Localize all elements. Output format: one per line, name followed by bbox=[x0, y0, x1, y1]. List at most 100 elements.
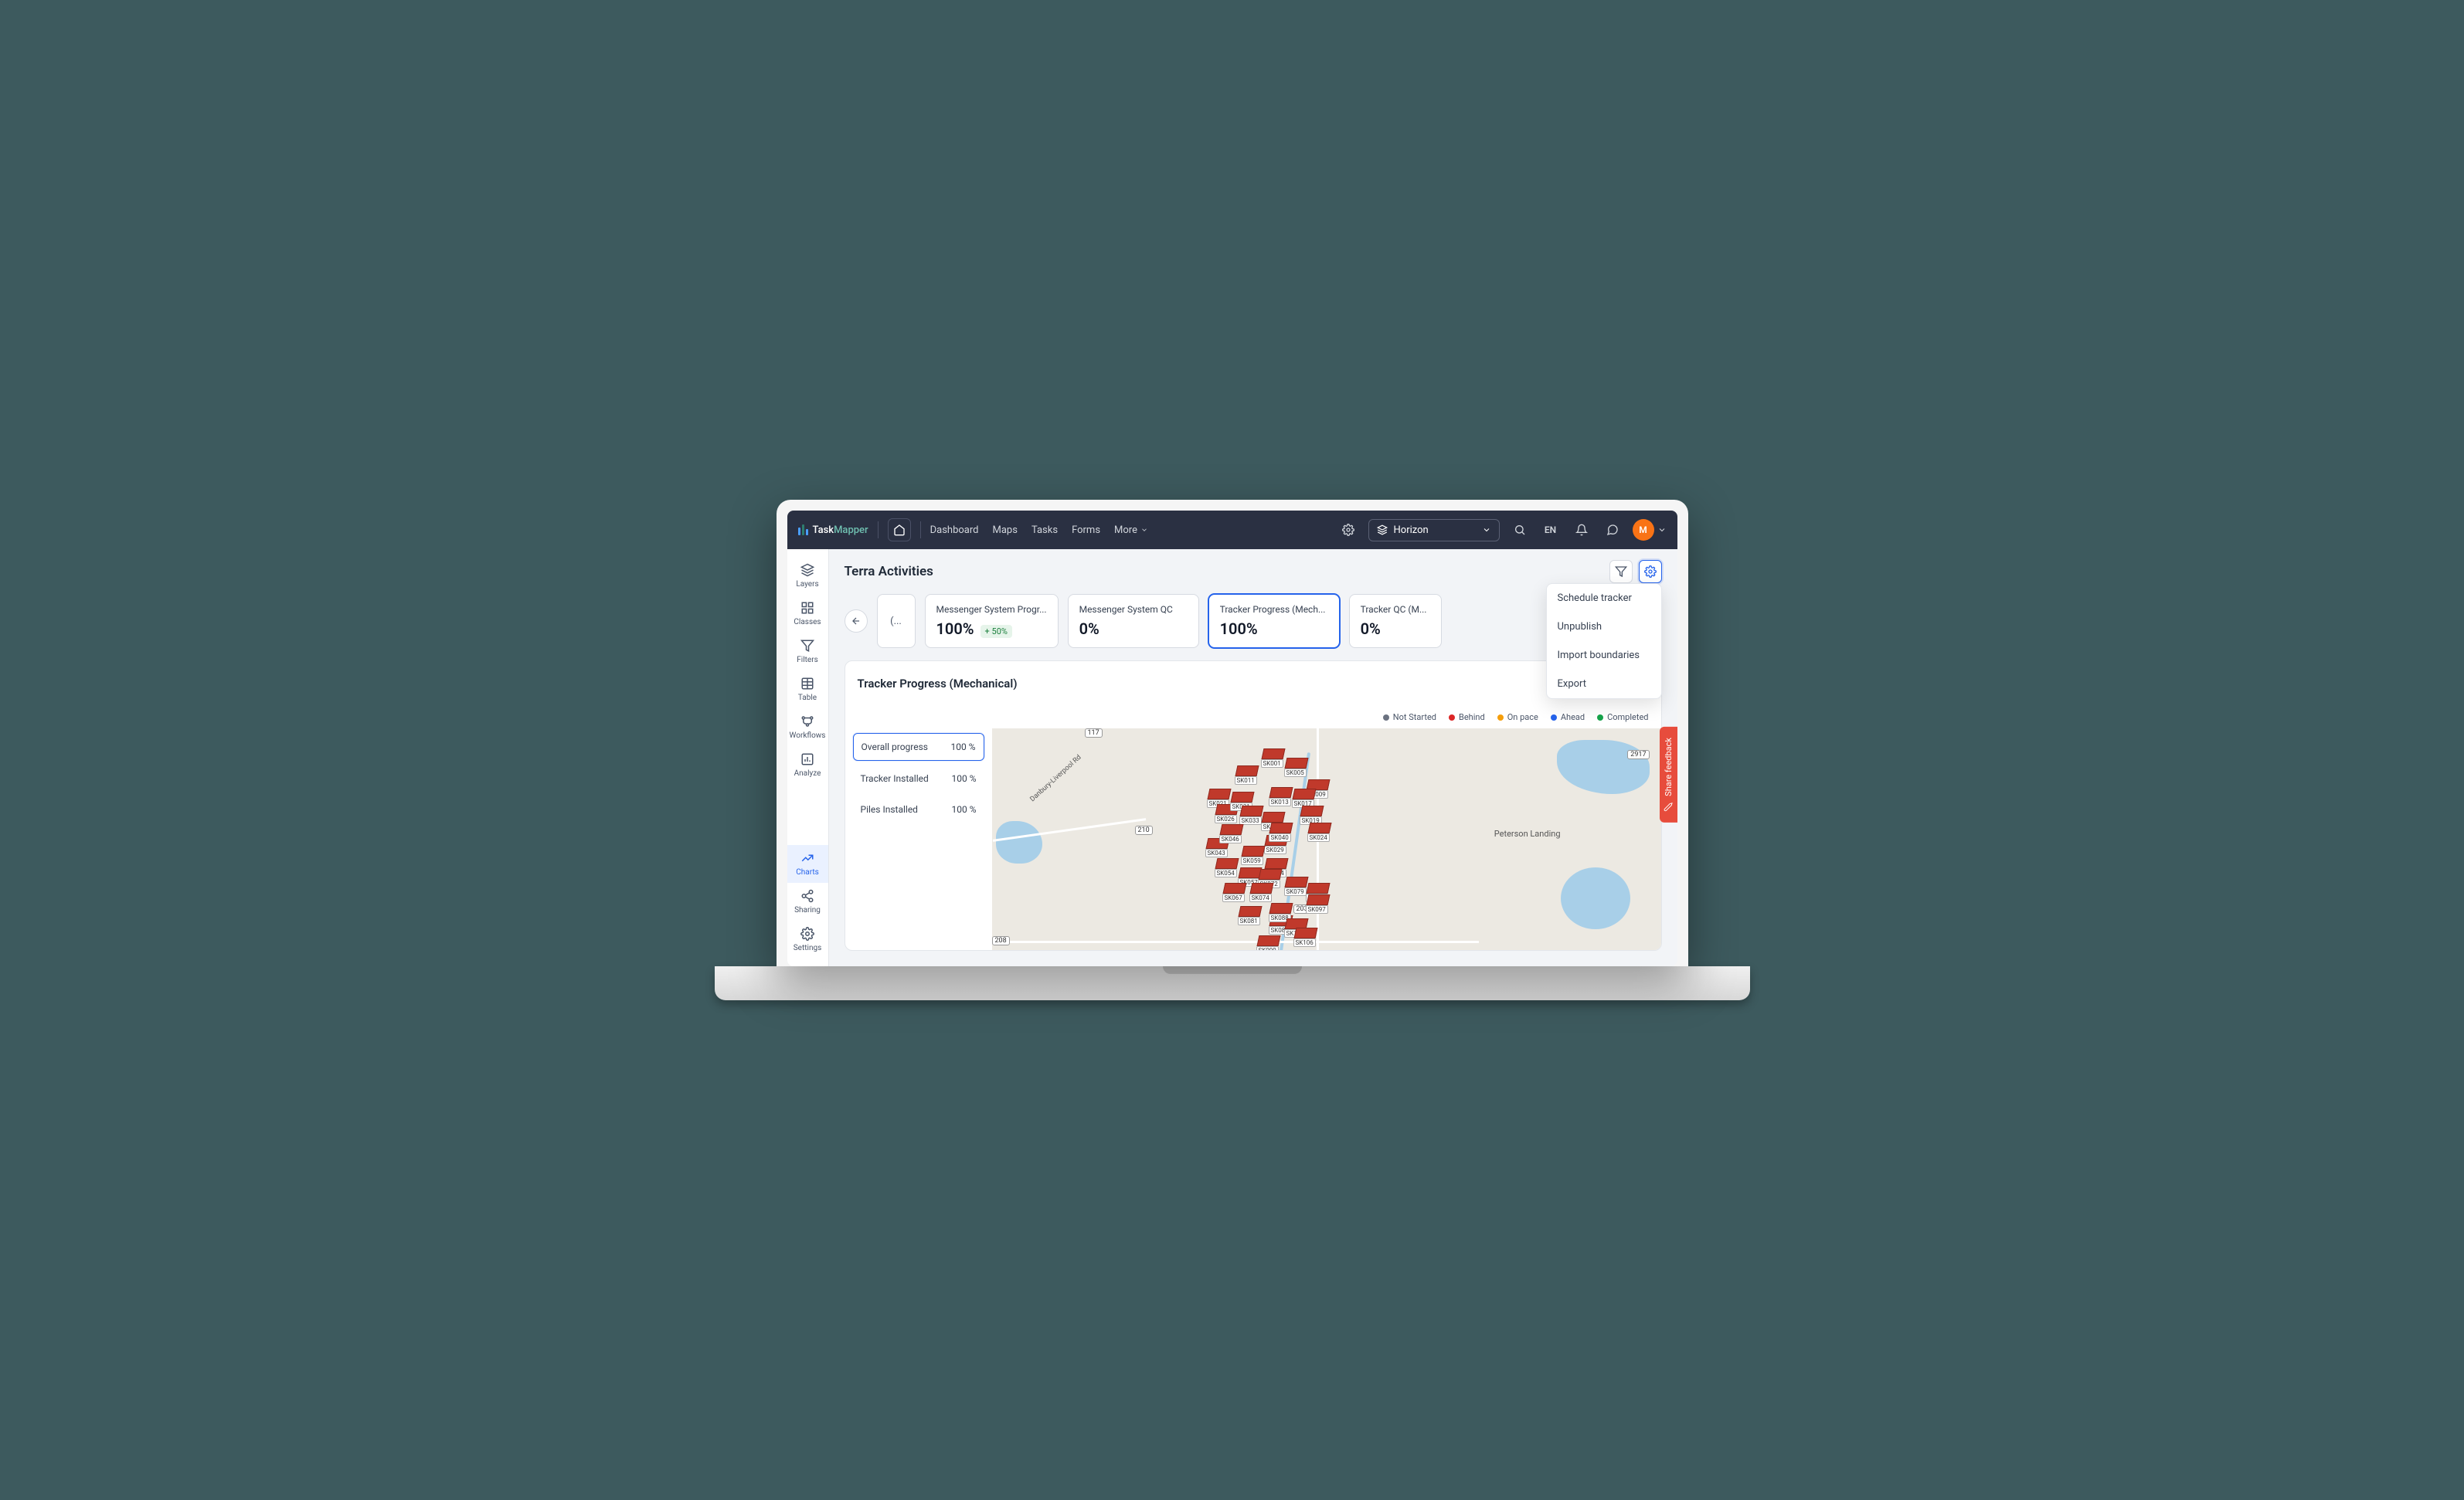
user-menu[interactable]: M bbox=[1633, 519, 1667, 541]
gear-icon bbox=[1644, 565, 1657, 578]
nav-maps[interactable]: Maps bbox=[993, 524, 1018, 536]
sidebar-item-workflows[interactable]: Workflows bbox=[787, 708, 828, 746]
map-block[interactable] bbox=[1269, 823, 1293, 833]
map-block[interactable] bbox=[1307, 823, 1331, 833]
map-block[interactable] bbox=[1261, 748, 1285, 759]
town-label: Peterson Landing bbox=[1494, 829, 1561, 839]
logo-icon bbox=[798, 524, 808, 535]
search-icon bbox=[1514, 524, 1526, 536]
stat-card-tracker-qc[interactable]: Tracker QC (M... 0% bbox=[1349, 594, 1442, 648]
map-block[interactable] bbox=[1249, 883, 1273, 894]
sidebar-item-classes[interactable]: Classes bbox=[787, 595, 828, 633]
nav-forms[interactable]: Forms bbox=[1072, 524, 1100, 536]
progress-list: Overall progress 100 % Tracker Installed… bbox=[845, 728, 992, 950]
menu-schedule-tracker[interactable]: Schedule tracker bbox=[1547, 584, 1661, 613]
nav-tasks[interactable]: Tasks bbox=[1031, 524, 1058, 536]
top-nav: Dashboard Maps Tasks Forms More bbox=[930, 524, 1148, 536]
map-block[interactable] bbox=[1238, 906, 1262, 917]
road-badge: 117 bbox=[1085, 728, 1103, 738]
filter-icon bbox=[1615, 565, 1627, 578]
arrow-left-icon bbox=[851, 616, 862, 626]
map-block[interactable] bbox=[1230, 792, 1254, 803]
sidebar-item-charts[interactable]: Charts bbox=[787, 845, 828, 883]
legend-ahead: Ahead bbox=[1551, 712, 1585, 722]
map-block[interactable] bbox=[1284, 758, 1308, 769]
menu-unpublish[interactable]: Unpublish bbox=[1547, 613, 1661, 641]
map-block[interactable] bbox=[1292, 789, 1316, 799]
stat-card-messenger-progress[interactable]: Messenger System Progr... 100% + 50% bbox=[925, 594, 1059, 648]
app-logo[interactable]: TaskMapper bbox=[798, 524, 868, 536]
map-block-label: SK079 bbox=[1284, 887, 1307, 896]
map-block[interactable] bbox=[1261, 812, 1285, 823]
locale-button[interactable]: EN bbox=[1540, 519, 1562, 541]
map-block[interactable] bbox=[1235, 765, 1259, 776]
legend: Not Started Behind On pace Ahead Complet… bbox=[845, 706, 1661, 728]
stat-title: Messenger System QC bbox=[1079, 604, 1188, 615]
stat-card-truncated[interactable]: (... bbox=[877, 594, 916, 648]
menu-import-boundaries[interactable]: Import boundaries bbox=[1547, 641, 1661, 670]
sidebar-item-label: Table bbox=[798, 694, 817, 702]
map-block[interactable] bbox=[1241, 846, 1265, 857]
page-filter-button[interactable] bbox=[1609, 560, 1633, 583]
sidebar-item-label: Workflows bbox=[790, 731, 826, 740]
stat-title: Tracker Progress (Mech... bbox=[1220, 604, 1328, 615]
page-settings-button[interactable] bbox=[1639, 560, 1662, 583]
stat-title: Messenger System Progr... bbox=[936, 604, 1047, 615]
sidebar-item-layers[interactable]: Layers bbox=[787, 557, 828, 595]
search-button[interactable] bbox=[1509, 519, 1531, 541]
settings-global-button[interactable] bbox=[1337, 519, 1359, 541]
chat-button[interactable] bbox=[1602, 519, 1623, 541]
map-block[interactable] bbox=[1300, 806, 1324, 816]
chart-icon bbox=[800, 851, 814, 865]
stat-card-tracker-progress[interactable]: Tracker Progress (Mech... 100% bbox=[1208, 594, 1340, 648]
separator bbox=[878, 521, 879, 538]
page-title: Terra Activities bbox=[845, 564, 933, 579]
map-view[interactable]: 117 210 208 2917 203 Peterson Landing Da… bbox=[992, 728, 1661, 950]
notifications-button[interactable] bbox=[1571, 519, 1592, 541]
map-block[interactable] bbox=[1256, 935, 1280, 946]
progress-label: Overall progress bbox=[862, 742, 929, 752]
stat-card-messenger-qc[interactable]: Messenger System QC 0% bbox=[1068, 594, 1199, 648]
sidebar-item-table[interactable]: Table bbox=[787, 670, 828, 708]
avatar: M bbox=[1633, 519, 1654, 541]
nav-dashboard[interactable]: Dashboard bbox=[930, 524, 979, 536]
map-block[interactable] bbox=[1293, 928, 1317, 938]
progress-piles-installed[interactable]: Piles Installed 100 % bbox=[853, 796, 984, 823]
chevron-down-icon bbox=[1482, 525, 1491, 535]
road-badge: 210 bbox=[1135, 826, 1153, 835]
map-block-label: SK081 bbox=[1238, 917, 1260, 925]
map-block[interactable] bbox=[1258, 869, 1282, 880]
progress-overall[interactable]: Overall progress 100 % bbox=[853, 733, 984, 761]
progress-tracker-installed[interactable]: Tracker Installed 100 % bbox=[853, 765, 984, 792]
project-select[interactable]: Horizon bbox=[1368, 519, 1500, 541]
pencil-icon bbox=[1664, 803, 1673, 812]
map-block[interactable] bbox=[1215, 858, 1239, 869]
stat-value: 0% bbox=[1079, 619, 1099, 638]
map-block[interactable] bbox=[1306, 894, 1330, 905]
sidebar-item-sharing[interactable]: Sharing bbox=[787, 883, 828, 921]
sidebar-item-settings[interactable]: Settings bbox=[787, 921, 828, 959]
map-block[interactable] bbox=[1284, 877, 1308, 887]
road-badge: 208 bbox=[992, 936, 1010, 945]
map-block[interactable] bbox=[1269, 903, 1293, 914]
map-block[interactable] bbox=[1219, 824, 1243, 835]
map-block[interactable] bbox=[1207, 789, 1231, 799]
sidebar-item-filters[interactable]: Filters bbox=[787, 633, 828, 670]
separator bbox=[920, 521, 921, 538]
map-block[interactable] bbox=[1306, 883, 1330, 894]
app-name-part2: Mapper bbox=[834, 524, 868, 536]
map-block-label: SK001 bbox=[1261, 759, 1283, 768]
feedback-button[interactable]: Share feedback bbox=[1660, 727, 1677, 823]
map-block[interactable] bbox=[1264, 858, 1288, 869]
scroll-left-button[interactable] bbox=[845, 609, 868, 633]
sidebar-item-label: Analyze bbox=[794, 769, 821, 778]
home-button[interactable] bbox=[888, 518, 911, 541]
nav-more[interactable]: More bbox=[1114, 524, 1148, 536]
grid-icon bbox=[800, 601, 814, 615]
map-block[interactable] bbox=[1239, 806, 1263, 816]
map-block-label: SK067 bbox=[1222, 894, 1245, 902]
menu-export[interactable]: Export bbox=[1547, 670, 1661, 698]
map-block[interactable] bbox=[1269, 787, 1293, 798]
sidebar-item-analyze[interactable]: Analyze bbox=[787, 746, 828, 784]
map-block[interactable] bbox=[1222, 883, 1246, 894]
